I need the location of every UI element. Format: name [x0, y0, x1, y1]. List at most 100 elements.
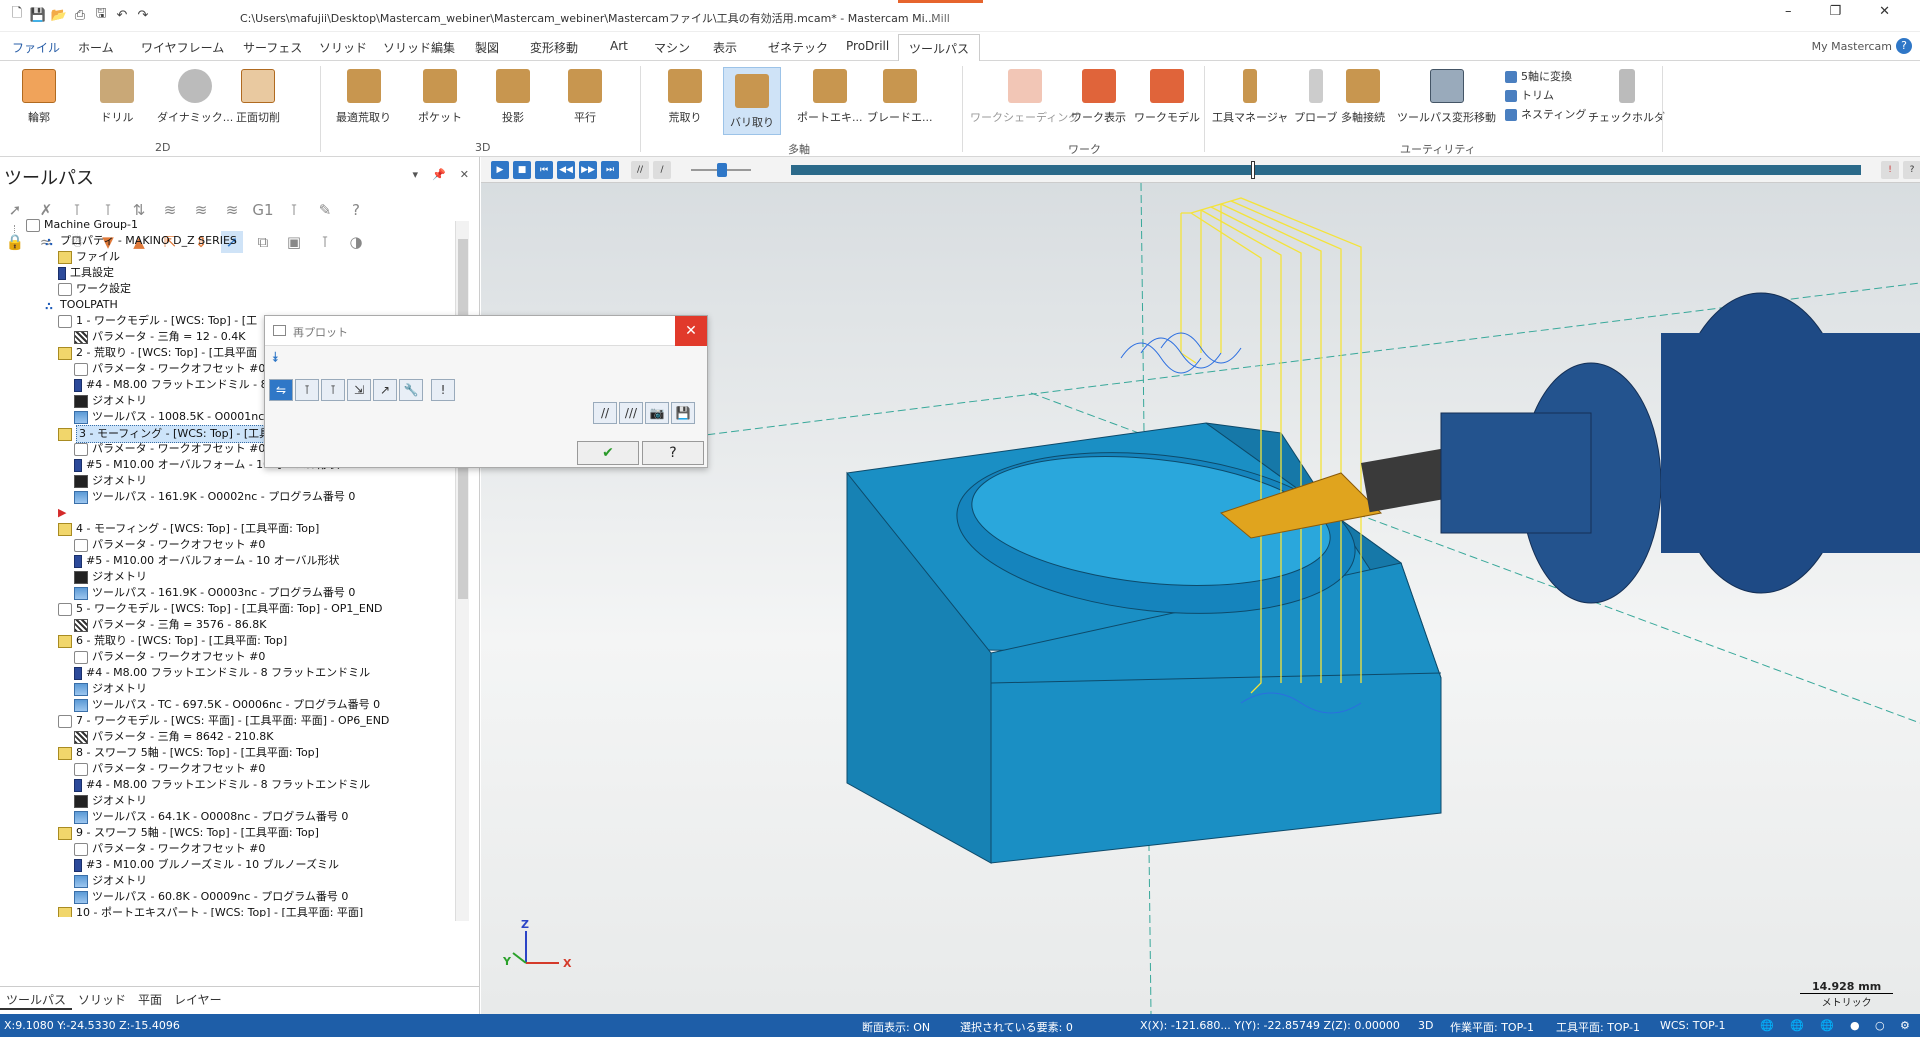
multiaxis-rough-button[interactable]: 荒取り	[668, 69, 702, 125]
close-window-icon[interactable]: ✕	[1879, 4, 1890, 19]
check-holder-button[interactable]: チェックホルダ	[1588, 69, 1665, 125]
display-tool-icon[interactable]: ⊺	[295, 379, 319, 401]
multiaxis-linking-button[interactable]: 多軸接続	[1341, 69, 1385, 125]
stock-display-button[interactable]: ワーク表示	[1071, 69, 1126, 125]
tplane-status[interactable]: 工具平面: TOP-1	[1556, 1019, 1640, 1035]
options-icon[interactable]: !	[431, 379, 455, 401]
display-rapid-icon[interactable]: ⇲	[347, 379, 371, 401]
tree-node[interactable]: 工具設定	[58, 265, 114, 281]
dynamic-button[interactable]: ダイナミック...	[157, 69, 233, 125]
tree-node[interactable]: 2 - 荒取り - [WCS: Top] - [工具平面	[58, 345, 257, 361]
settings-icon[interactable]: ⚙	[1900, 1019, 1910, 1032]
play-button[interactable]: ▶	[491, 161, 509, 179]
playback-marker[interactable]	[1251, 161, 1256, 179]
pocket-button[interactable]: ポケット	[418, 69, 462, 125]
my-mastercam-link[interactable]: My Mastercam	[1812, 40, 1892, 53]
menu-genetec[interactable]: ゼネテック	[768, 39, 828, 56]
redo-icon[interactable]: ↷	[134, 6, 152, 24]
panel-close-icon[interactable]: ✕	[460, 168, 469, 181]
open-icon[interactable]: 📂	[50, 6, 68, 24]
tree-node[interactable]: ジオメトリ	[74, 681, 147, 697]
save-icon[interactable]: 💾	[29, 6, 47, 24]
menu-drafting[interactable]: 製図	[475, 39, 499, 56]
tree-node[interactable]: ジオメトリ	[74, 393, 147, 409]
menu-prodrill[interactable]: ProDrill	[846, 39, 889, 53]
menu-file[interactable]: ファイル	[12, 39, 60, 56]
deburr-button[interactable]: バリ取り	[723, 67, 781, 135]
tree-node[interactable]: #3 - M10.00 ブルノーズミル - 10 ブルノーズミル	[74, 857, 339, 873]
alert-button[interactable]: !	[1881, 161, 1899, 179]
menu-toolpaths[interactable]: ツールパス	[898, 34, 981, 62]
tree-node[interactable]: 10 - ポートエキスパート - [WCS: Top] - [工具平面: 平面]	[58, 905, 363, 917]
globe-icon[interactable]: 🌐	[1820, 1019, 1834, 1032]
tree-node[interactable]: 9 - スワーフ 5軸 - [WCS: Top] - [工具平面: Top]	[58, 825, 319, 841]
tree-node[interactable]: ツールパス - 161.9K - O0002nc - プログラム番号 0	[74, 489, 355, 505]
stop-button[interactable]: ■	[513, 161, 531, 179]
globe-icon[interactable]: 🌐	[1760, 1019, 1774, 1032]
tree-node[interactable]: ツールパス - 64.1K - O0008nc - プログラム番号 0	[74, 809, 348, 825]
menu-wireframe[interactable]: ワイヤフレーム	[141, 39, 224, 56]
save-as-icon[interactable]: 🖫	[92, 6, 110, 24]
view-mode[interactable]: 3D	[1418, 1019, 1433, 1032]
tree-node[interactable]: #4 - M8.00 フラットエンドミル - 8 フラ	[74, 377, 293, 393]
panel-dropdown-icon[interactable]: ▾	[413, 168, 419, 181]
trace-mode-button[interactable]: //	[631, 161, 649, 179]
globe-icon[interactable]: 🌐	[1790, 1019, 1804, 1032]
wireframe-icon[interactable]: ○	[1875, 1019, 1885, 1032]
tree-node[interactable]: ファイル	[58, 249, 120, 265]
tab-solids[interactable]: ソリッド	[72, 987, 132, 1010]
help-icon[interactable]: ?	[1896, 38, 1912, 54]
tree-node[interactable]: ジオメトリ	[74, 569, 147, 585]
tree-node[interactable]: パラメータ - ワークオフセット #0	[74, 441, 265, 457]
tree-node[interactable]: ツールパス - TC - 697.5K - O0006nc - プログラム番号 …	[74, 697, 380, 713]
sim-help-button[interactable]: ?	[1903, 161, 1920, 179]
probe-button[interactable]: プローブ	[1294, 69, 1337, 125]
parallel-button[interactable]: 平行	[568, 69, 602, 125]
tab-levels[interactable]: レイヤー	[168, 987, 228, 1010]
menu-machine[interactable]: マシン	[654, 39, 690, 56]
cplane-status[interactable]: 作業平面: TOP-1	[1450, 1019, 1534, 1035]
step-back-button[interactable]: ◀◀	[557, 161, 575, 179]
blade-expert-button[interactable]: ブレードエ...	[867, 69, 933, 125]
stock-shading-button[interactable]: ワークシェーディング	[970, 69, 1079, 125]
drill-button[interactable]: ドリル	[100, 69, 134, 125]
tree-node[interactable]: #4 - M8.00 フラットエンドミル - 8 フラットエンドミル	[74, 665, 370, 681]
playback-progress[interactable]	[791, 161, 1861, 179]
dialog-help-button[interactable]: ?	[642, 441, 704, 465]
step-forward-button[interactable]: ▶▶	[579, 161, 597, 179]
step-display-icon[interactable]: //	[593, 402, 617, 424]
tree-node[interactable]: パラメータ - 三角 = 8642 - 210.8K	[74, 729, 274, 745]
menu-view[interactable]: 表示	[713, 39, 737, 56]
tree-node[interactable]: 8 - スワーフ 5軸 - [WCS: Top] - [工具平面: Top]	[58, 745, 319, 761]
section-view-status[interactable]: 断面表示: ON	[862, 1019, 930, 1035]
display-toolpath-icon[interactable]: ⇋	[269, 379, 293, 401]
tree-node[interactable]: 6 - 荒取り - [WCS: Top] - [工具平面: Top]	[58, 633, 287, 649]
trim-button[interactable]: トリム	[1505, 86, 1586, 105]
tree-node[interactable]: ツールパス - 60.8K - O0009nc - プログラム番号 0	[74, 889, 348, 905]
tree-node[interactable]: ジオメトリ	[74, 473, 147, 489]
tree-node[interactable]: 4 - モーフィング - [WCS: Top] - [工具平面: Top]	[58, 521, 319, 537]
tree-node[interactable]: パラメータ - ワークオフセット #0	[74, 361, 265, 377]
display-holder-icon[interactable]: ⊺	[321, 379, 345, 401]
speed-slider-thumb[interactable]	[717, 163, 727, 177]
ok-button[interactable]: ✔	[577, 441, 639, 465]
tab-planes[interactable]: 平面	[132, 987, 168, 1010]
tree-node[interactable]: パラメータ - ワークオフセット #0	[74, 761, 265, 777]
tree-node[interactable]: ジオメトリ	[74, 793, 147, 809]
contour-button[interactable]: 輪郭	[22, 69, 56, 125]
tree-node[interactable]: パラメータ - 三角 = 12 - 0.4K	[74, 329, 246, 345]
all-display-icon[interactable]: ///	[619, 402, 643, 424]
step-start-button[interactable]: ⏮	[535, 161, 553, 179]
menu-solid[interactable]: ソリッド	[319, 39, 367, 56]
menu-home[interactable]: ホーム	[78, 39, 114, 56]
print-icon[interactable]: ⎙	[71, 6, 89, 24]
tree-node[interactable]: Machine Group-1	[26, 217, 138, 233]
dialog-close-button[interactable]: ✕	[675, 316, 707, 346]
tree-node[interactable]: ▶	[58, 505, 70, 521]
insert-arrow-icon[interactable]: ▶	[58, 505, 66, 521]
new-file-icon[interactable]: 🗋	[8, 6, 26, 24]
step-end-button[interactable]: ⏭	[601, 161, 619, 179]
tab-toolpaths[interactable]: ツールパス	[0, 987, 73, 1010]
tree-node[interactable]: ワーク設定	[58, 281, 131, 297]
display-cutter-icon[interactable]: 🔧	[399, 379, 423, 401]
